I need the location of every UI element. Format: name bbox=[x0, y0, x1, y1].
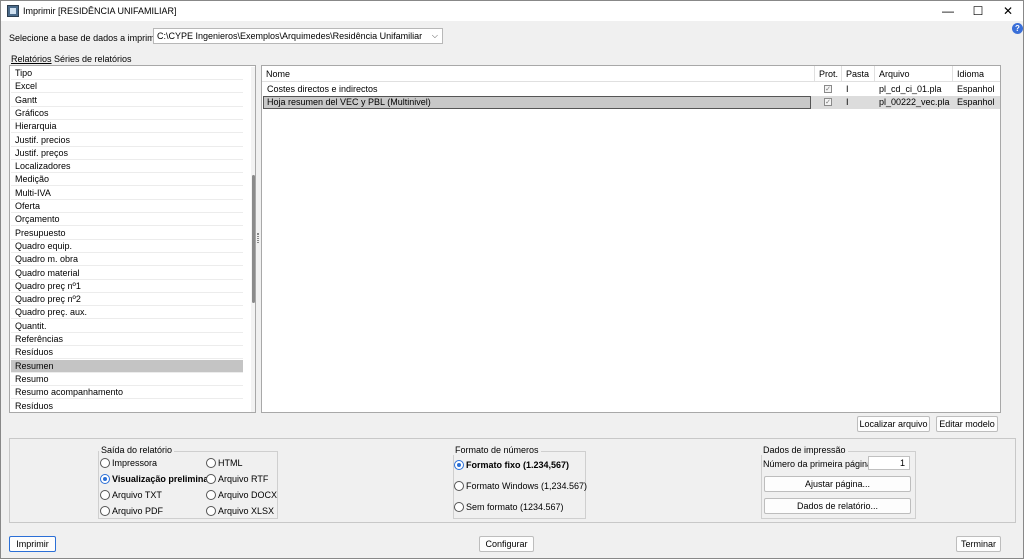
app-icon bbox=[7, 5, 19, 17]
checkbox-icon: ✓ bbox=[824, 98, 832, 106]
window-title: Imprimir [RESIDÊNCIA UNIFAMILIAR] bbox=[23, 6, 177, 16]
column-header-arquivo[interactable]: Arquivo bbox=[875, 66, 953, 82]
report-type-item[interactable]: Quantit. bbox=[11, 320, 243, 333]
report-file-cell[interactable]: pl_00222_vec.pla bbox=[875, 96, 951, 109]
minimize-button[interactable]: — bbox=[933, 1, 963, 21]
report-type-item[interactable]: Hierarquia bbox=[11, 120, 243, 134]
report-type-item[interactable]: Gráficos bbox=[11, 107, 243, 120]
help-icon[interactable]: ? bbox=[1012, 23, 1023, 34]
column-header-pasta[interactable]: Pasta bbox=[842, 66, 875, 82]
print-data-title: Dados de impressão bbox=[761, 445, 848, 455]
report-type-item[interactable]: Orçamento bbox=[11, 213, 243, 227]
report-type-item[interactable]: Oferta bbox=[11, 200, 243, 213]
radio-rtf[interactable]: Arquivo RTF bbox=[206, 473, 268, 485]
configure-button[interactable]: Configurar bbox=[479, 536, 534, 552]
first-page-input[interactable]: 1 bbox=[868, 456, 910, 470]
radio-pdf[interactable]: Arquivo PDF bbox=[100, 505, 163, 517]
report-type-item[interactable]: Justif. precios bbox=[11, 134, 243, 147]
report-type-item[interactable]: Excel bbox=[11, 80, 243, 94]
report-type-item[interactable]: Resumen bbox=[11, 359, 243, 373]
report-type-item[interactable]: Quadro preç nº1 bbox=[11, 280, 243, 293]
report-type-item[interactable]: Presupuesto bbox=[11, 227, 243, 240]
splitter-handle[interactable] bbox=[257, 233, 259, 243]
report-type-list[interactable]: Resíduos Resumo acompanhamento Resumo Resum… bbox=[9, 65, 256, 413]
radio-preview[interactable]: Visualização preliminar bbox=[100, 473, 212, 485]
report-grid[interactable]: Nome Prot. Pasta Arquivo Idioma Costes d… bbox=[261, 65, 1001, 413]
radio-printer[interactable]: Impressora bbox=[100, 457, 157, 469]
edit-template-button[interactable]: Editar modelo bbox=[936, 416, 998, 432]
report-type-item[interactable]: Quadro material bbox=[11, 267, 243, 280]
radio-docx[interactable]: Arquivo DOCX bbox=[206, 489, 277, 501]
report-pasta-cell[interactable]: I bbox=[842, 83, 872, 96]
report-type-item[interactable]: Medição bbox=[11, 173, 243, 187]
report-type-item[interactable]: Resumo acompanhamento bbox=[11, 386, 243, 400]
database-select-value: C:\CYPE Ingenieros\Exemplos\Arquimedes\R… bbox=[157, 31, 423, 41]
report-type-item[interactable]: Quadro m. obra bbox=[11, 253, 243, 267]
report-type-item[interactable]: Quadro equip. bbox=[11, 240, 243, 253]
number-format-title: Formato de números bbox=[453, 445, 541, 455]
database-select[interactable]: C:\CYPE Ingenieros\Exemplos\Arquimedes\R… bbox=[153, 28, 443, 44]
report-type-item[interactable]: Multi-IVA bbox=[11, 187, 243, 200]
tab-report-series[interactable]: Séries de relatórios bbox=[54, 53, 132, 65]
title-bar: Imprimir [RESIDÊNCIA UNIFAMILIAR] — ☐ ✕ bbox=[1, 1, 1023, 21]
options-panel: Saída do relatório Impressora Visualizaç… bbox=[9, 438, 1016, 523]
radio-fixed-format[interactable]: Formato fixo (1.234,567) bbox=[454, 459, 569, 471]
radio-no-format[interactable]: Sem formato (1234.567) bbox=[454, 501, 564, 513]
report-name-cell[interactable]: Costes directos e indirectos bbox=[263, 83, 813, 96]
report-type-item[interactable]: Referências bbox=[11, 333, 243, 346]
print-button[interactable]: Imprimir bbox=[9, 536, 56, 552]
type-list-scrollbar[interactable] bbox=[251, 67, 255, 412]
report-language-cell[interactable]: Espanhol bbox=[953, 96, 1000, 109]
radio-xlsx[interactable]: Arquivo XLSX bbox=[206, 505, 274, 517]
print-dialog: Imprimir [RESIDÊNCIA UNIFAMILIAR] — ☐ ✕ … bbox=[0, 0, 1024, 559]
report-type-item[interactable]: Resíduos bbox=[11, 346, 243, 360]
report-type-item[interactable]: Tipo bbox=[11, 67, 243, 80]
maximize-button[interactable]: ☐ bbox=[963, 1, 993, 21]
report-pasta-cell[interactable]: I bbox=[842, 96, 872, 109]
output-group-title: Saída do relatório bbox=[99, 445, 175, 455]
radio-txt[interactable]: Arquivo TXT bbox=[100, 489, 162, 501]
close-button[interactable]: ✕ bbox=[993, 1, 1023, 21]
column-header-name[interactable]: Nome bbox=[262, 66, 815, 82]
locate-file-button[interactable]: Localizar arquivo bbox=[857, 416, 930, 432]
first-page-label: Número da primeira página bbox=[763, 459, 873, 469]
report-name-cell[interactable]: Hoja resumen del VEC y PBL (Multinivel) bbox=[263, 96, 811, 109]
report-data-button[interactable]: Dados de relatório... bbox=[764, 498, 911, 514]
report-file-cell[interactable]: pl_cd_ci_01.pla bbox=[875, 83, 951, 96]
column-header-idioma[interactable]: Idioma bbox=[953, 66, 1000, 82]
radio-html[interactable]: HTML bbox=[206, 457, 243, 469]
finish-button[interactable]: Terminar bbox=[956, 536, 1001, 552]
report-type-item[interactable]: Resumo bbox=[11, 373, 243, 386]
scrollbar-thumb[interactable] bbox=[252, 175, 255, 303]
tab-reports[interactable]: Relatórios bbox=[11, 53, 52, 65]
report-type-item[interactable]: Quadro preç. aux. bbox=[11, 306, 243, 320]
column-header-prot[interactable]: Prot. bbox=[815, 66, 842, 82]
checkbox-icon: ✓ bbox=[824, 85, 832, 93]
adjust-page-button[interactable]: Ajustar página... bbox=[764, 476, 911, 492]
report-type-item[interactable]: Justif. preços bbox=[11, 147, 243, 160]
report-type-item[interactable]: Gantt bbox=[11, 94, 243, 107]
radio-windows-format[interactable]: Formato Windows (1,234.567) bbox=[454, 480, 587, 492]
report-type-item[interactable]: Resíduos bbox=[11, 400, 243, 412]
database-label: Selecione a base de dados a imprimir bbox=[9, 33, 160, 43]
report-type-item[interactable]: Localizadores bbox=[11, 160, 243, 174]
report-language-cell[interactable]: Espanhol bbox=[953, 83, 1000, 96]
chevron-down-icon: ⌵ bbox=[431, 31, 438, 40]
report-type-item[interactable]: Quadro preç nº2 bbox=[11, 293, 243, 307]
